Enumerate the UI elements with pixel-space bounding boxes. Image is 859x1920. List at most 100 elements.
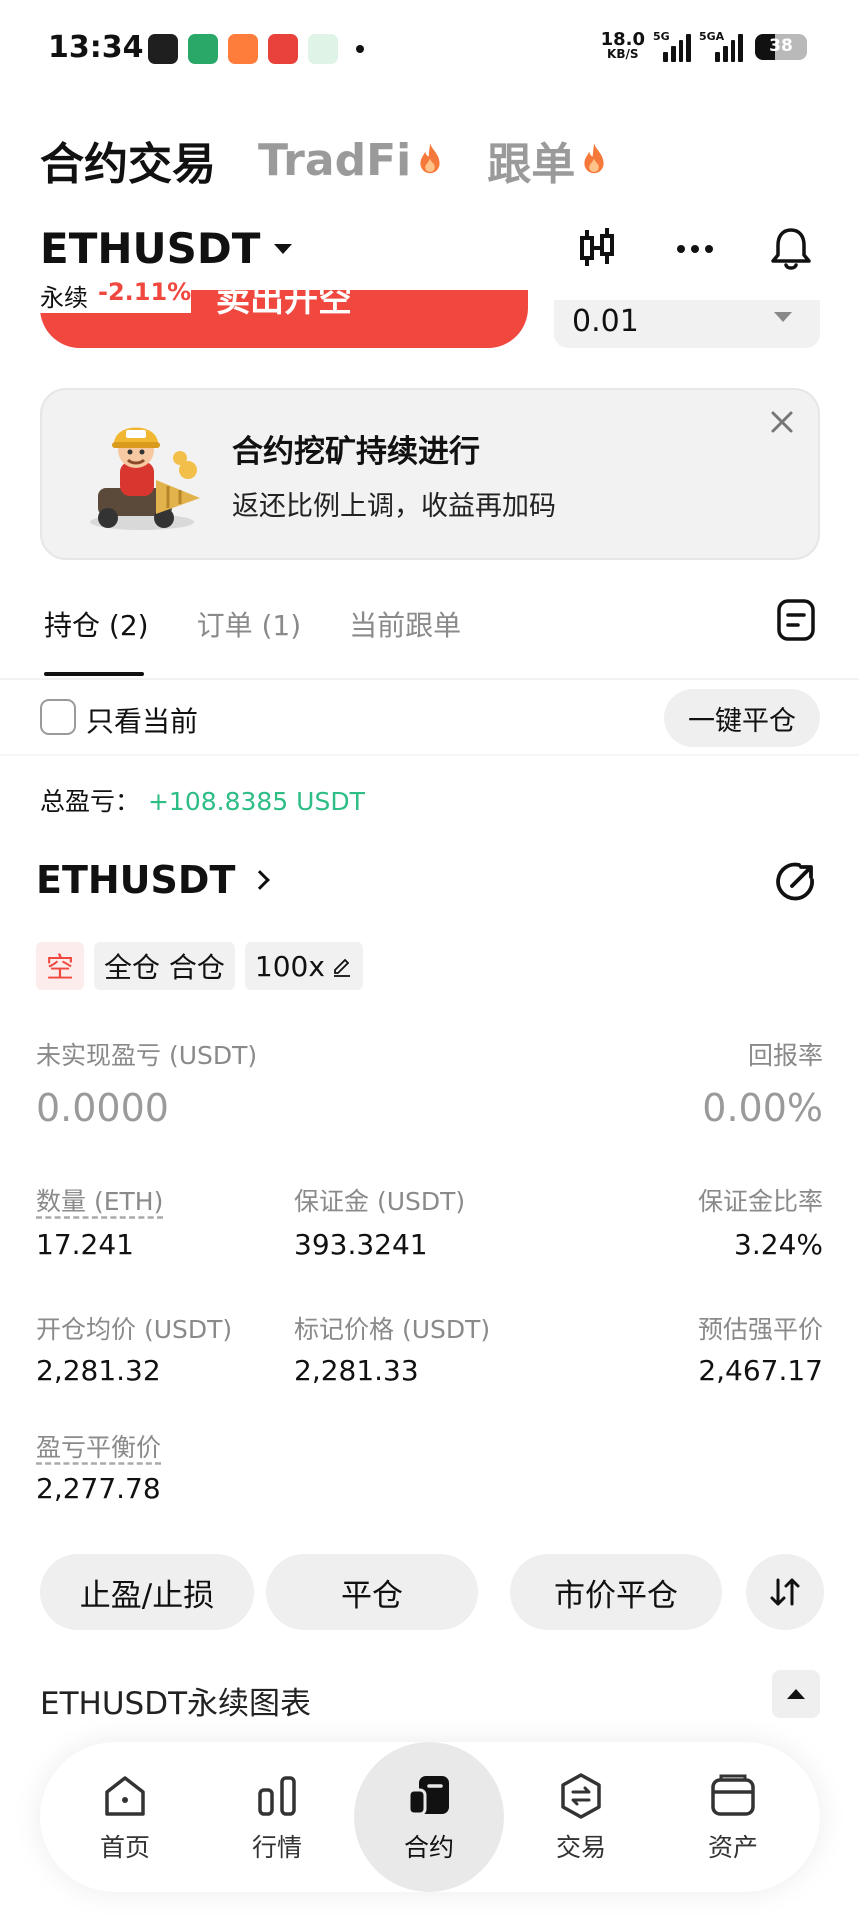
- close-position-button[interactable]: 平仓: [266, 1554, 478, 1630]
- swap-arrows-icon: [770, 1578, 800, 1606]
- market-icon: [258, 1776, 296, 1816]
- house-notification-icon: [308, 34, 338, 64]
- app-notification-icon: [148, 34, 178, 64]
- nav-label: 资产: [707, 1833, 758, 1862]
- total-pnl-value: +108.8385 USDT: [147, 787, 365, 816]
- fire-icon: [584, 143, 604, 174]
- leverage-value: 100x: [254, 949, 325, 983]
- breakeven-price-value: 2,277.78: [36, 1472, 161, 1505]
- tab-tradfi[interactable]: TradFi: [258, 135, 445, 186]
- tab-futures[interactable]: 合约交易: [40, 128, 216, 192]
- mining-mascot-illustration: [90, 427, 200, 530]
- chevron-down-icon: [774, 312, 792, 322]
- more-notifications-dot: [356, 45, 364, 53]
- mark-price-label: 标记价格 (USDT): [294, 1315, 491, 1344]
- liquidation-price-label: 预估强平价: [697, 1315, 823, 1344]
- symbol-subinfo: 永续 -2.11%: [40, 278, 192, 313]
- battery-icon: 38: [755, 34, 807, 60]
- tab-current-copy[interactable]: 当前跟单: [349, 604, 461, 644]
- caret-down-icon: [274, 243, 293, 254]
- active-tab-indicator: [44, 672, 144, 676]
- order-history-icon[interactable]: [776, 598, 816, 642]
- unrealized-pnl-label: 未实现盈亏 (USDT): [36, 1041, 258, 1070]
- tab-positions[interactable]: 持仓 (2): [44, 604, 149, 644]
- margin-value: 393.3241: [294, 1228, 428, 1261]
- quantity-select[interactable]: 0.01: [554, 300, 820, 348]
- nav-market[interactable]: 行情: [202, 1742, 352, 1892]
- leverage-badge[interactable]: 100x: [244, 942, 363, 990]
- battery-percent: 38: [769, 36, 793, 56]
- roe-value: 0.00%: [702, 1086, 823, 1130]
- only-current-checkbox[interactable]: [40, 699, 76, 735]
- nav-futures[interactable]: 合约: [354, 1742, 504, 1892]
- banner-subtitle: 返还比例上调，收益再加码: [232, 491, 556, 522]
- margin-ratio-label: 保证金比率: [697, 1187, 823, 1216]
- price-change: -2.11%: [98, 278, 192, 306]
- signal-5ga-label: 5GA: [699, 30, 725, 43]
- position-tags: 空 全仓 合仓 100x: [36, 942, 363, 990]
- tab-orders[interactable]: 订单 (1): [197, 604, 302, 644]
- notification-icons: [148, 34, 364, 64]
- nav-label: 首页: [99, 1833, 150, 1862]
- symbol-name: ETHUSDT: [40, 224, 261, 273]
- chevron-right-icon: [250, 870, 271, 890]
- candlestick-chart-icon[interactable]: [572, 224, 622, 274]
- edit-icon: [333, 958, 350, 977]
- trade-icon: [561, 1773, 601, 1819]
- breakeven-price-label[interactable]: 盈亏平衡价: [36, 1428, 161, 1464]
- banner-title: 合约挖矿持续进行: [232, 434, 480, 470]
- total-pnl-label: 总盈亏：: [40, 787, 141, 816]
- side-badge: 空: [36, 942, 85, 990]
- oppo-notification-icon: [188, 34, 218, 64]
- caret-up-icon: [787, 1689, 805, 1699]
- nav-home[interactable]: 首页: [50, 1742, 200, 1892]
- game-notification-icon: [228, 34, 258, 64]
- margin-label: 保证金 (USDT): [294, 1187, 466, 1216]
- clown-notification-icon: [268, 34, 298, 64]
- share-icon[interactable]: [772, 858, 820, 906]
- position-symbol: ETHUSDT: [36, 858, 236, 902]
- status-time: 13:34: [48, 30, 144, 65]
- bell-icon[interactable]: [766, 224, 816, 274]
- quantity-value: 0.01: [572, 304, 639, 339]
- promo-banner[interactable]: 合约挖矿持续进行 返还比例上调，收益再加码: [40, 388, 820, 560]
- tpsl-button[interactable]: 止盈/止损: [40, 1554, 254, 1630]
- roe-label: 回报率: [747, 1041, 823, 1070]
- chart-collapse-button[interactable]: [772, 1670, 820, 1718]
- signal-5g-icon: 5G: [653, 30, 691, 62]
- unrealized-pnl-value: 0.0000: [36, 1086, 169, 1130]
- divider: [0, 754, 859, 756]
- close-all-button[interactable]: 一键平仓: [664, 689, 820, 747]
- contract-type: 永续: [40, 284, 88, 312]
- symbol-selector[interactable]: ETHUSDT: [40, 224, 293, 273]
- nav-label: 行情: [251, 1833, 302, 1862]
- margin-mode-badge[interactable]: 全仓 合仓: [94, 942, 235, 990]
- size-label[interactable]: 数量 (ETH): [36, 1182, 163, 1218]
- divider: [0, 678, 859, 680]
- margin-ratio-value: 3.24%: [734, 1228, 823, 1261]
- position-tabs: 持仓 (2) 订单 (1) 当前跟单: [44, 604, 461, 644]
- futures-icon: [407, 1776, 449, 1816]
- mark-price-value: 2,281.33: [294, 1354, 419, 1387]
- more-icon[interactable]: [670, 224, 720, 274]
- nav-label: 合约: [403, 1833, 454, 1862]
- nav-trade[interactable]: 交易: [506, 1742, 656, 1892]
- tab-copy-trading[interactable]: 跟单: [487, 128, 609, 192]
- home-icon: [105, 1776, 145, 1816]
- liquidation-price-value: 2,467.17: [698, 1354, 823, 1387]
- network-speed: 18.0 KB/S: [601, 31, 645, 62]
- only-current-label: 只看当前: [86, 705, 199, 738]
- signal-5ga-icon: 5GA: [699, 30, 743, 62]
- total-pnl: 总盈亏： +108.8385 USDT: [40, 782, 365, 818]
- nav-label: 交易: [555, 1833, 606, 1862]
- close-icon[interactable]: [768, 408, 796, 436]
- bottom-nav: 首页 行情 合约 交易 资产: [40, 1742, 820, 1892]
- system-status: 18.0 KB/S 5G 5GA 38: [601, 30, 807, 62]
- market-close-button[interactable]: 市价平仓: [510, 1554, 722, 1630]
- nav-assets[interactable]: 资产: [658, 1742, 808, 1892]
- reverse-position-button[interactable]: [746, 1554, 824, 1630]
- chart-section-title: ETHUSDT永续图表: [40, 1686, 312, 1722]
- network-speed-unit: KB/S: [607, 47, 639, 61]
- position-symbol-link[interactable]: ETHUSDT: [36, 858, 271, 902]
- fire-icon: [420, 143, 440, 174]
